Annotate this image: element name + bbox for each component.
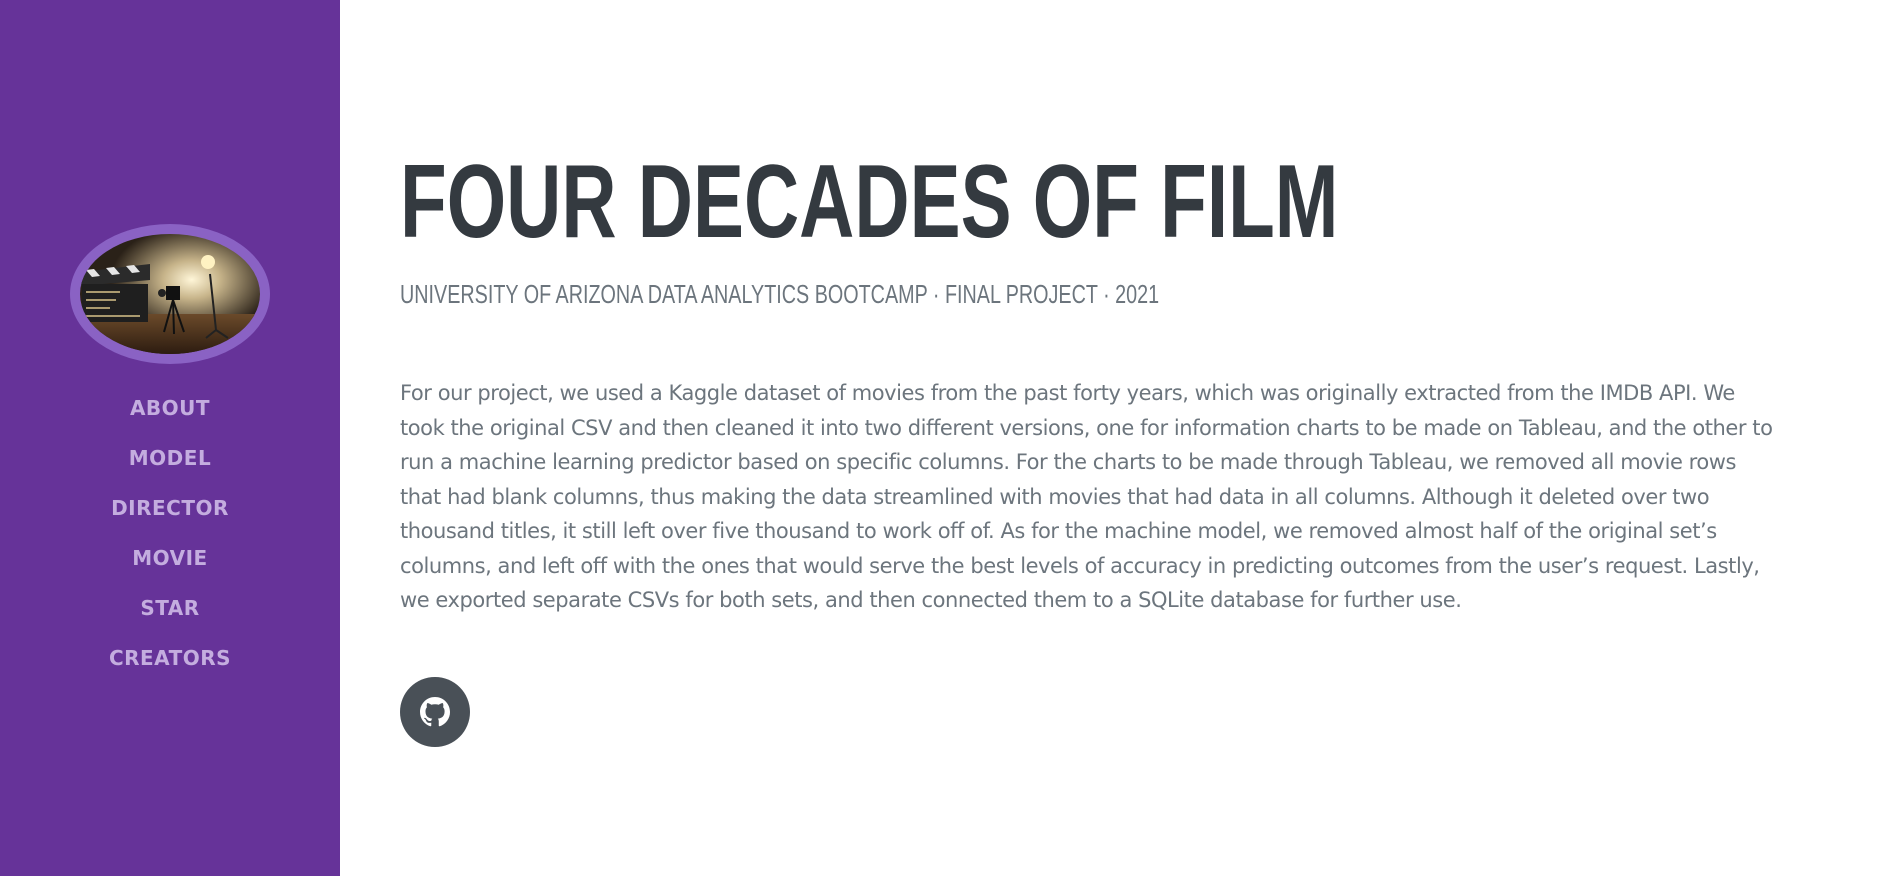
sidebar-nav-item: Movie	[0, 533, 340, 583]
github-button[interactable]	[400, 677, 470, 747]
nav-link-creators[interactable]: Creators	[109, 646, 231, 670]
project-description: For our project, we used a Kaggle datase…	[400, 381, 1773, 612]
page-subtitle: University of Arizona Data Analytics Boo…	[400, 279, 1160, 309]
sidebar-nav-item: About	[0, 383, 340, 433]
sidebar-nav-item: Model	[0, 433, 340, 483]
sidebar-nav: About Model Director Movie Star Creators	[0, 383, 340, 683]
profile-image	[70, 224, 270, 364]
nav-link-star[interactable]: Star	[140, 596, 199, 620]
sidebar-nav-item: Creators	[0, 633, 340, 683]
nav-link-model[interactable]: Model	[129, 446, 211, 470]
film-set-image	[80, 234, 260, 354]
nav-link-about[interactable]: About	[130, 396, 210, 420]
sidebar-nav-item: Star	[0, 583, 340, 633]
nav-link-director[interactable]: Director	[111, 496, 229, 520]
page-title: Four Decades of Film	[400, 144, 1339, 260]
nav-link-movie[interactable]: Movie	[132, 546, 207, 570]
sidebar: About Model Director Movie Star Creators	[0, 0, 340, 876]
sidebar-nav-item: Director	[0, 483, 340, 533]
github-icon	[420, 697, 450, 727]
